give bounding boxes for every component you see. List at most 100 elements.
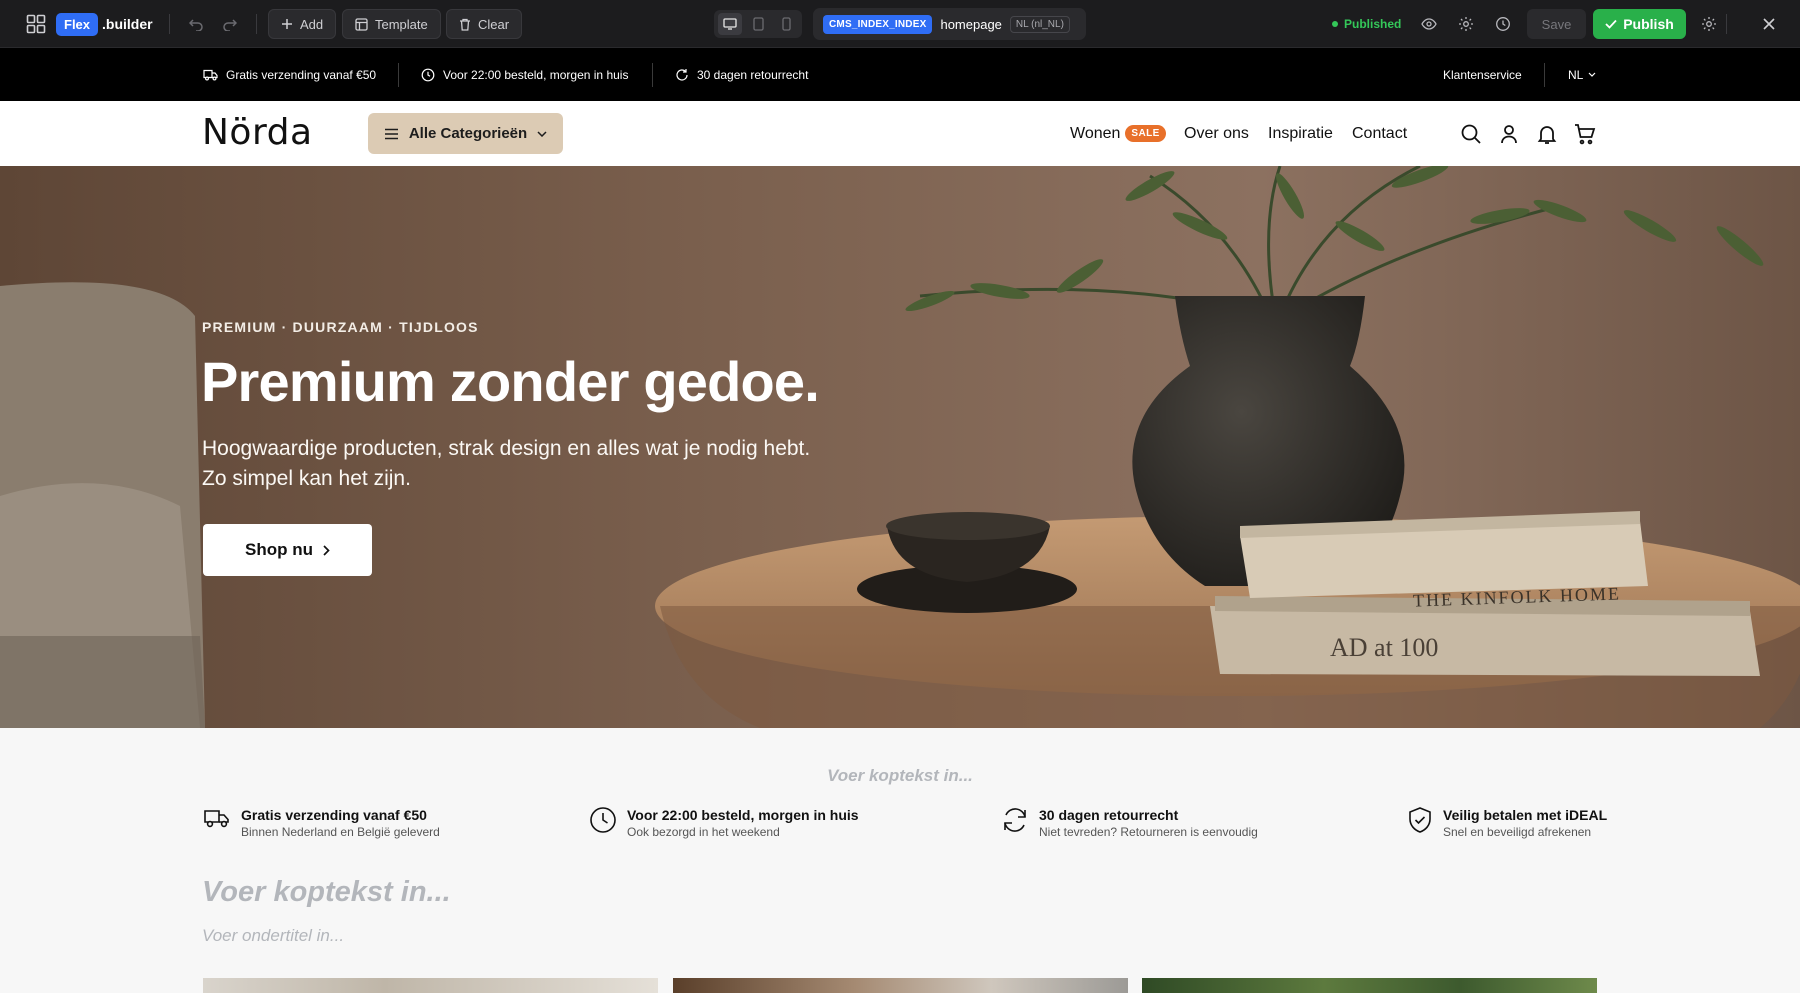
builder-toolbar: Flex .builder Add Template Clear CMS_IND…: [0, 0, 1800, 48]
hero-subtitle: Hoogwaardige producten, strak design en …: [202, 434, 902, 494]
nav-link-over-ons[interactable]: Over ons: [1184, 101, 1249, 166]
all-categories-button[interactable]: Alle Categorieën: [368, 113, 563, 154]
clear-button[interactable]: Clear: [446, 9, 523, 39]
save-button[interactable]: Save: [1527, 9, 1586, 39]
announcement-bar: Gratis verzending vanaf €50 Voor 22:00 b…: [0, 48, 1800, 101]
chevron-down-icon: [1588, 72, 1596, 77]
publish-status-label: Published: [1344, 17, 1402, 31]
nav-link-contact[interactable]: Contact: [1352, 101, 1407, 166]
refresh-icon: [676, 68, 688, 81]
customer-service-link[interactable]: Klantenservice: [1443, 48, 1522, 101]
usp-delivery: Voor 22:00 besteld, morgen in huis Ook b…: [589, 806, 859, 840]
template-icon: [355, 17, 368, 31]
add-button[interactable]: Add: [268, 9, 337, 39]
language-selector[interactable]: NL: [1568, 48, 1596, 101]
usp-subtitle: Snel en beveiligd afrekenen: [1443, 825, 1592, 839]
page-code-badge: CMS_INDEX_INDEX: [823, 14, 933, 34]
section-subtitle-placeholder[interactable]: Voer ondertitel in...: [202, 926, 344, 946]
chevron-right-icon: [323, 544, 330, 556]
usp-returns: 30 dagen retourrecht Niet tevreden? Reto…: [1001, 806, 1258, 840]
hamburger-menu-icon: [384, 128, 398, 139]
announcement-divider: [398, 63, 399, 87]
clock-icon: [590, 807, 616, 833]
shield-check-icon: [1409, 807, 1431, 833]
announcement-shipping: Gratis verzending vanaf €50: [203, 48, 376, 101]
brand-word: .builder: [102, 16, 153, 32]
close-icon[interactable]: [1758, 0, 1780, 48]
cart-icon[interactable]: [1573, 122, 1597, 146]
hero-subtitle-line: Zo simpel kan het zijn.: [202, 467, 411, 490]
apps-grid-icon[interactable]: [26, 0, 48, 48]
page-name: homepage: [940, 16, 1002, 32]
clear-button-label: Clear: [478, 16, 510, 32]
undo-icon[interactable]: [186, 0, 206, 48]
language-label: NL: [1568, 67, 1584, 82]
toolbar-divider: [169, 14, 170, 34]
announcement-divider: [652, 63, 653, 87]
status-dot: [1332, 21, 1338, 27]
category-card-image[interactable]: [673, 978, 1128, 993]
announcement-returns-text: 30 dagen retourrecht: [697, 67, 809, 82]
toolbar-divider: [1726, 14, 1727, 34]
hero-banner: PREMIUM · DUURZAAM · TIJDLOOS Premium zo…: [0, 166, 1800, 728]
trash-icon: [460, 18, 470, 31]
publish-button-label: Publish: [1623, 16, 1674, 32]
announcement-delivery: Voor 22:00 besteld, morgen in huis: [421, 48, 628, 101]
category-card-image[interactable]: [203, 978, 658, 993]
redo-icon[interactable]: [220, 0, 240, 48]
bell-icon[interactable]: [1535, 122, 1559, 146]
truck-icon: [203, 69, 218, 81]
announcement-shipping-text: Gratis verzending vanaf €50: [226, 67, 377, 82]
user-icon[interactable]: [1497, 122, 1521, 146]
page-settings-gear-icon[interactable]: [1455, 0, 1477, 48]
main-navigation: Nörda Alle Categorieën Wonen SALE Over o…: [0, 101, 1800, 166]
hero-eyebrow: PREMIUM · DUURZAAM · TIJDLOOS: [202, 319, 479, 335]
usp-heading-placeholder[interactable]: Voer koptekst in...: [0, 766, 1800, 786]
publish-status: Published: [1332, 0, 1401, 48]
clock-icon: [421, 68, 435, 81]
search-icon[interactable]: [1459, 122, 1483, 146]
preview-eye-icon[interactable]: [1418, 0, 1440, 48]
truck-icon: [204, 810, 229, 828]
plus-icon: [282, 19, 292, 29]
hero-title: Premium zonder gedoe.: [201, 350, 820, 413]
publish-button[interactable]: Publish: [1593, 9, 1686, 39]
page-selector[interactable]: CMS_INDEX_INDEX homepage NL (nl_NL): [813, 8, 1086, 40]
announcement-delivery-text: Voor 22:00 besteld, morgen in huis: [443, 67, 629, 82]
shop-now-button[interactable]: Shop nu: [203, 524, 372, 576]
nav-link-wonen[interactable]: Wonen SALE: [1070, 101, 1166, 166]
site-logo[interactable]: Nörda: [202, 112, 313, 153]
shop-now-label: Shop nu: [245, 540, 313, 559]
usp-shipping: Gratis verzending vanaf €50 Binnen Neder…: [203, 806, 440, 840]
usp-subtitle: Niet tevreden? Retourneren is eenvoudig: [1039, 825, 1258, 839]
announcement-divider: [1544, 63, 1545, 87]
history-clock-icon[interactable]: [1492, 0, 1514, 48]
chevron-down-icon: [537, 130, 547, 137]
category-card-image[interactable]: [1142, 978, 1597, 993]
refresh-icon: [1004, 808, 1026, 832]
device-switcher: [714, 10, 802, 38]
desktop-device-icon[interactable]: [718, 13, 742, 35]
add-button-label: Add: [300, 16, 324, 32]
nav-link-wonen-label: Wonen: [1070, 124, 1121, 142]
announcement-returns: 30 dagen retourrecht: [675, 48, 808, 101]
template-button[interactable]: Template: [342, 9, 441, 39]
brand-badge-label: Flex: [56, 12, 99, 36]
usp-subtitle: Binnen Nederland en België geleverd: [241, 825, 440, 839]
hero-subtitle-line: Hoogwaardige producten, strak design en …: [202, 437, 811, 460]
section-title-placeholder[interactable]: Voer koptekst in...: [202, 876, 451, 909]
usp-title: 30 dagen retourrecht: [1039, 807, 1179, 823]
usp-subtitle: Ook bezorgd in het weekend: [627, 825, 780, 839]
nav-link-inspiratie[interactable]: Inspiratie: [1268, 101, 1333, 166]
sale-badge: SALE: [1125, 125, 1166, 142]
builder-settings-gear-icon[interactable]: [1698, 0, 1720, 48]
all-categories-label: Alle Categorieën: [408, 125, 528, 142]
usp-payment: Veilig betalen met iDEAL Snel en beveili…: [1407, 806, 1607, 840]
check-icon: [1605, 19, 1617, 29]
usp-title: Veilig betalen met iDEAL: [1443, 807, 1608, 823]
brand-badge: Flex: [56, 0, 99, 48]
usp-title: Voor 22:00 besteld, morgen in huis: [627, 807, 859, 823]
book-title-bottom: AD at 100: [1330, 633, 1439, 662]
mobile-device-icon[interactable]: [774, 13, 798, 35]
tablet-device-icon[interactable]: [746, 13, 770, 35]
